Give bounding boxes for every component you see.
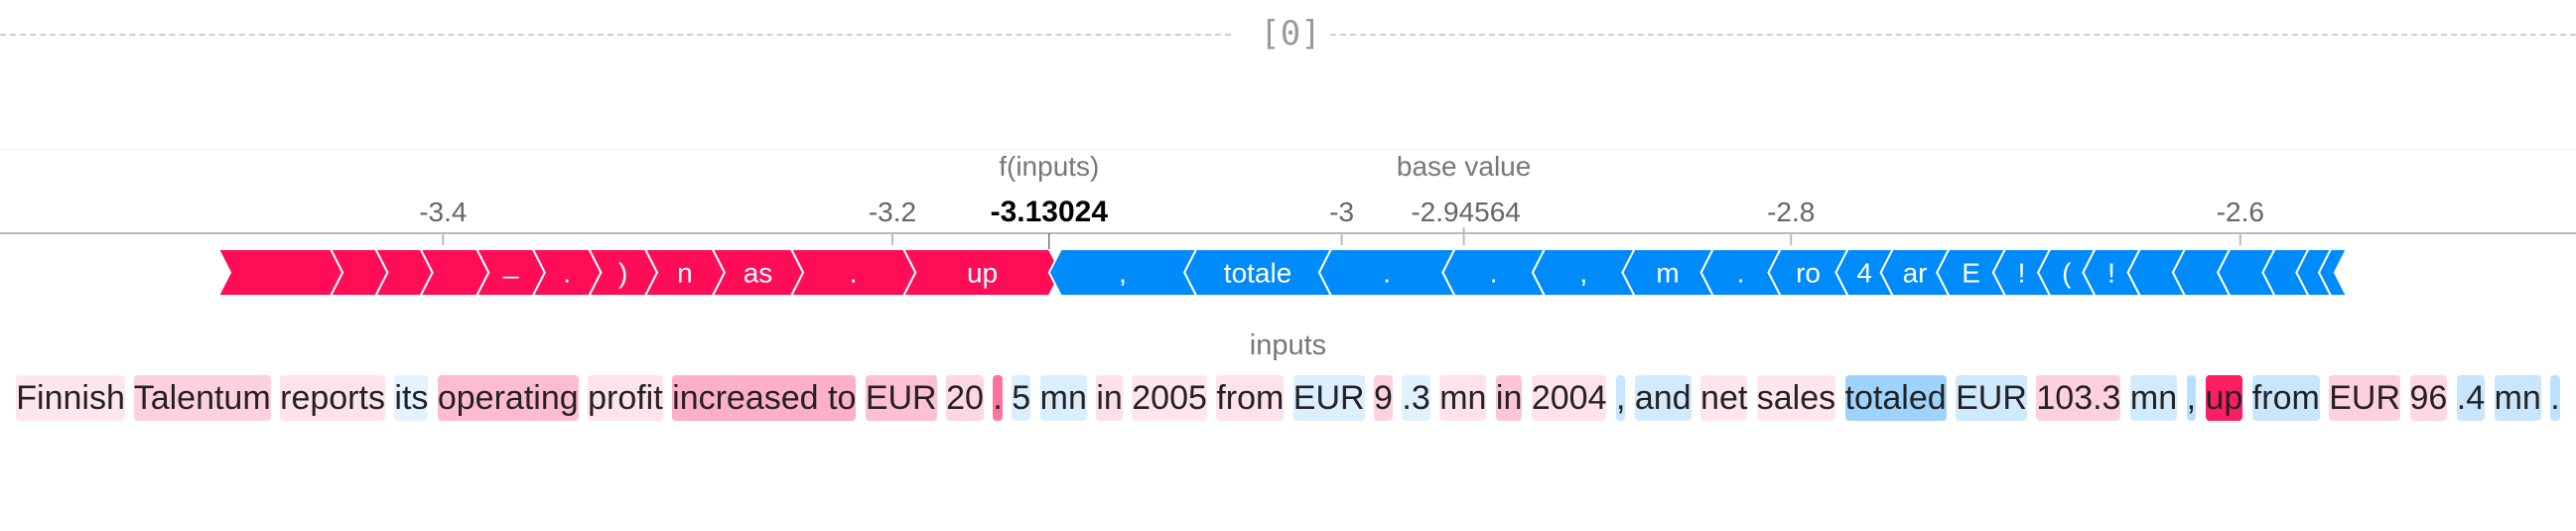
negative-segment-label: totale: [1224, 258, 1292, 289]
positive-segment-label: as: [744, 258, 773, 289]
axis-group: -3.4 -3.2 -3 -2.8 -2.6: [0, 197, 2576, 245]
output-selector-row: [0]: [0, 0, 2576, 69]
token: from: [2251, 375, 2320, 421]
title-dash-right: [1330, 34, 2576, 36]
token: .3: [1402, 375, 1430, 421]
token: 96: [2409, 375, 2448, 421]
negative-segment-label: ,: [1119, 258, 1127, 289]
token: reports: [280, 375, 385, 421]
token: EUR: [1956, 375, 2027, 421]
positive-segment-label: up: [967, 258, 998, 289]
token: .4: [2456, 375, 2486, 421]
token: and: [1634, 375, 1692, 421]
token: .: [993, 375, 1003, 421]
token: 2005: [1132, 375, 1207, 421]
output-value-title: f(inputs): [999, 151, 1099, 182]
negative-segment-label: .: [1490, 258, 1498, 289]
positive-segment-label: .: [563, 258, 571, 289]
token: EUR: [1292, 375, 1365, 421]
base-value-title: base value: [1397, 151, 1531, 182]
negative-segment-label: .: [1737, 258, 1745, 289]
title-dash-left: [0, 34, 1231, 36]
token: ,: [1615, 375, 1626, 421]
token: operating: [437, 375, 579, 421]
x-tick-label: -3: [1329, 197, 1354, 227]
token: in: [1096, 375, 1123, 421]
token: mn: [1439, 375, 1487, 421]
negative-segment-label: ,: [1579, 258, 1587, 289]
token: 9: [1374, 375, 1393, 421]
token: 103.3: [2036, 375, 2121, 421]
token: totaled: [1844, 375, 1947, 421]
token: EUR: [2329, 375, 2401, 421]
positive-segment-label: .: [850, 258, 858, 289]
token: in: [1495, 375, 1523, 421]
positive-segment-label: n: [677, 258, 693, 289]
token: EUR: [865, 375, 937, 421]
negative-segment-label: m: [1656, 258, 1679, 289]
negative-segment-label: !: [2018, 258, 2026, 289]
positive-segment: [216, 248, 344, 297]
token: increased to: [672, 375, 857, 421]
token-text: Finnish Talentum reports its operating p…: [0, 373, 2576, 423]
negative-segment-label: 4: [1856, 258, 1872, 289]
token: sales: [1756, 375, 1836, 421]
token: 20: [946, 375, 984, 421]
x-tick-label: -2.8: [1767, 197, 1815, 227]
token: mn: [2129, 375, 2178, 421]
negative-segment-label: ro: [1796, 258, 1821, 289]
negative-segment-label: !: [2107, 258, 2115, 289]
inputs-label: inputs: [1249, 330, 1327, 361]
force-plot: -3.4-3.2-3-2.8-2.6 ̶.)nas.up,totale..,m.…: [0, 151, 2576, 297]
token: ,: [2186, 375, 2197, 421]
token: its: [394, 375, 429, 421]
x-tick-label: -2.6: [2217, 197, 2264, 227]
output-value-number: -3.13024: [991, 196, 1109, 228]
token: mn: [1039, 375, 1087, 421]
token: net: [1700, 375, 1748, 421]
token: Finnish: [16, 375, 125, 421]
token: from: [1216, 375, 1285, 421]
base-value-number: -2.94564: [1411, 197, 1521, 227]
token: 5: [1012, 375, 1031, 421]
bars-group: ̶.)nas.up,totale..,m.ro4arE!(!: [216, 248, 2349, 297]
labels-group: f(inputs) -3.13024 base value -2.94564: [991, 151, 1531, 249]
token: mn: [2494, 375, 2541, 421]
negative-segment-label: (: [2062, 258, 2072, 289]
token: up: [2205, 375, 2243, 421]
token: Talentum: [133, 375, 271, 421]
x-tick-label: -3.4: [419, 197, 467, 227]
token: .: [2550, 375, 2560, 421]
x-tick-label: -3.2: [869, 197, 916, 227]
negative-segment-label: .: [1383, 258, 1391, 289]
negative-segment-label: E: [1962, 258, 1980, 289]
token: profit: [588, 375, 663, 421]
output-index-label: [0]: [1260, 14, 1321, 54]
positive-segment-label: ): [618, 258, 627, 289]
token: 2004: [1531, 375, 1607, 421]
negative-segment-label: ar: [1903, 258, 1928, 289]
